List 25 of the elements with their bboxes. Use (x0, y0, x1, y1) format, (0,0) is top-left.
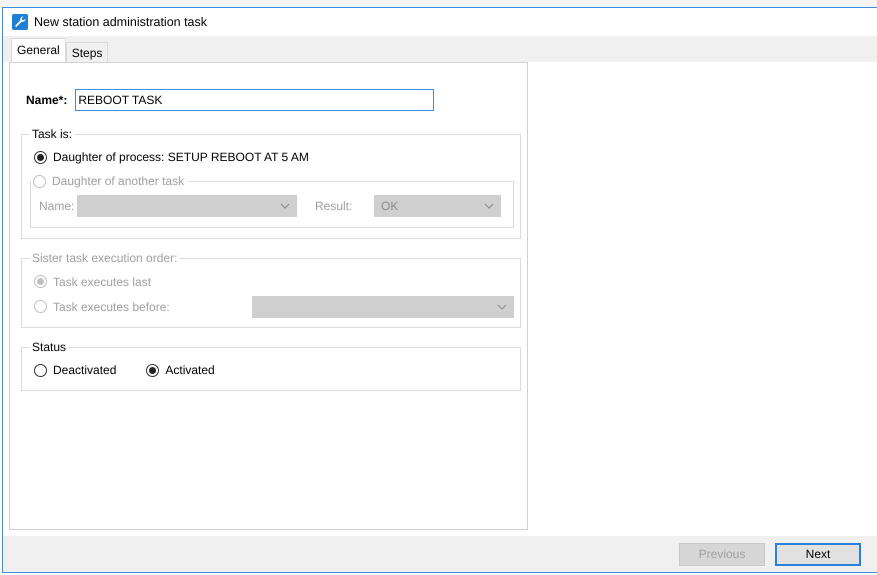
tab[interactable]: Steps (66, 42, 108, 62)
option-label: Task executes before: (53, 300, 170, 314)
dropdown-value: OK (381, 199, 398, 213)
option-label: Deactivated (53, 363, 116, 377)
chevron-down-icon (497, 304, 507, 310)
radio-button[interactable] (34, 150, 47, 164)
option-label: Task executes last (53, 274, 152, 288)
wrench-icon (12, 14, 28, 30)
option-label: Daughter of another task (52, 174, 184, 188)
chevron-down-icon (280, 203, 290, 209)
name-input-field[interactable]: REBOOT TASK (75, 89, 434, 111)
option-label: Daughter of process: SETUP REBOOT AT 5 AM (53, 150, 309, 164)
wizard-button[interactable]: Next (775, 542, 861, 566)
group-title: Task is: (31, 127, 74, 141)
chevron-down-icon (484, 203, 494, 209)
option-label: Activated (165, 363, 215, 377)
window-title: New station administration task (34, 15, 207, 29)
field-label: Name: (39, 199, 76, 213)
radio-button[interactable] (146, 364, 160, 376)
tab[interactable]: General (11, 38, 66, 62)
group-title: Sister task execution order: (31, 251, 178, 265)
field-label: Name*: (26, 93, 68, 107)
radio-button[interactable] (34, 364, 47, 376)
field-label: Result: (315, 199, 354, 213)
group-title: Status (31, 340, 68, 354)
